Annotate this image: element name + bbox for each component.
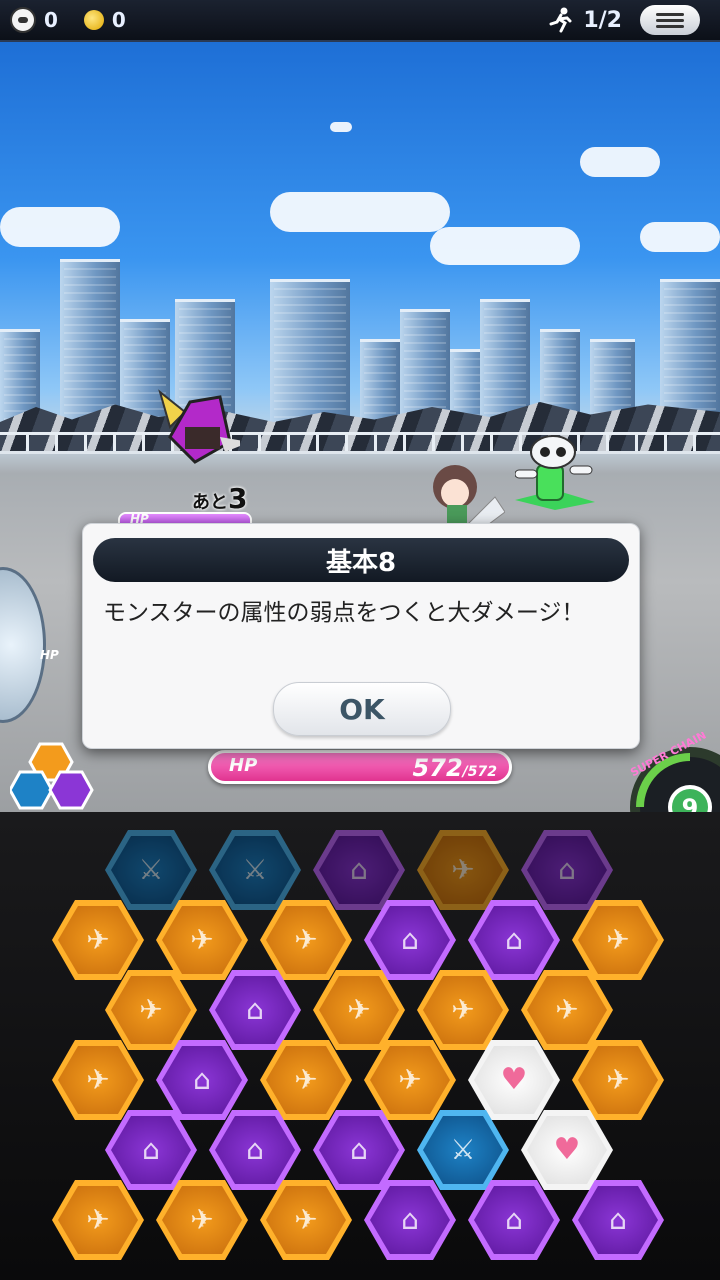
gun-icon: ✈ (86, 923, 110, 956)
orange-tile[interactable]: ✈ (521, 970, 613, 1050)
ok-button[interactable]: OK (273, 682, 451, 736)
orange-tile[interactable]: ✈ (52, 1040, 144, 1120)
orange-tile[interactable]: ✈ (364, 1040, 456, 1120)
orange-tile[interactable]: ✈ (105, 970, 197, 1050)
blue-tile[interactable]: ⚔ (417, 1110, 509, 1190)
purple-tile[interactable]: ⌂ (468, 1180, 560, 1260)
purple-tile[interactable]: ⌂ (364, 1180, 456, 1260)
skull-icon (10, 7, 36, 33)
gun-icon: ✈ (190, 1203, 214, 1236)
claw-icon: ⌂ (505, 923, 523, 956)
purple-tile[interactable]: ⌂ (364, 900, 456, 980)
claw-icon: ⌂ (246, 993, 264, 1026)
enemy-purple-monster[interactable] (150, 382, 240, 472)
purple-tile[interactable]: ⌂ (105, 1110, 197, 1190)
side-orb (0, 567, 46, 723)
sword-icon: ⚔ (450, 1133, 476, 1166)
purple-tile[interactable]: ⌂ (468, 900, 560, 980)
tutorial-dialog: 基本8 モンスターの属性の弱点をつくと大ダメージ！ OK (82, 523, 640, 749)
sword-icon: ⚔ (138, 853, 164, 886)
side-hp-label: HP (40, 648, 59, 662)
dialog-title: 基本8 (93, 538, 629, 582)
claw-icon: ⌂ (558, 853, 576, 886)
heart-icon: ♥ (553, 1132, 581, 1167)
gun-icon: ✈ (294, 1063, 318, 1096)
attribute-chart-icon[interactable] (10, 742, 100, 812)
gun-icon: ✈ (294, 1203, 318, 1236)
purple-tile[interactable]: ⌂ (572, 1180, 664, 1260)
gun-icon: ✈ (190, 923, 214, 956)
gun-icon: ✈ (451, 853, 475, 886)
purple-tile[interactable]: ⌂ (209, 1110, 301, 1190)
claw-icon: ⌂ (401, 923, 419, 956)
orange-tile[interactable]: ✈ (52, 1180, 144, 1260)
orange-tile[interactable]: ✈ (52, 900, 144, 980)
orange-tile[interactable]: ✈ (260, 900, 352, 980)
menu-icon (656, 12, 684, 16)
gun-icon: ✈ (294, 923, 318, 956)
orange-tile[interactable]: ✈ (572, 900, 664, 980)
claw-icon: ⌂ (505, 1203, 523, 1236)
gun-icon: ✈ (86, 1063, 110, 1096)
blue-tile[interactable]: ⚔ (105, 830, 197, 910)
heart-icon: ♥ (500, 1062, 528, 1097)
guard-rail (0, 432, 720, 454)
purple-tile[interactable]: ⌂ (209, 970, 301, 1050)
menu-button[interactable] (640, 5, 700, 35)
dialog-message: モンスターの属性の弱点をつくと大ダメージ！ (103, 600, 585, 626)
orange-tile[interactable]: ✈ (417, 970, 509, 1050)
orange-tile[interactable]: ✈ (156, 900, 248, 980)
coin-counter: 0 (83, 8, 126, 32)
ally-robot-monster[interactable] (515, 430, 595, 510)
runner-icon (549, 7, 572, 33)
turn-counter: 1/2 (583, 7, 622, 33)
orange-tile[interactable]: ✈ (572, 1040, 664, 1120)
gun-icon: ✈ (347, 993, 371, 1026)
gun-icon: ✈ (555, 993, 579, 1026)
gun-icon: ✈ (139, 993, 163, 1026)
orange-tile[interactable]: ✈ (260, 1040, 352, 1120)
gun-icon: ✈ (86, 1203, 110, 1236)
sword-icon: ⚔ (242, 853, 268, 886)
claw-icon: ⌂ (609, 1203, 627, 1236)
top-status-bar: 0 0 1/2 (0, 0, 720, 42)
claw-icon: ⌂ (350, 1133, 368, 1166)
player-hp-bar: HP 572/572 (208, 750, 512, 784)
claw-icon: ⌂ (246, 1133, 264, 1166)
purple-tile[interactable]: ⌂ (313, 1110, 405, 1190)
gun-icon: ✈ (606, 1063, 630, 1096)
gun-icon: ✈ (451, 993, 475, 1026)
claw-icon: ⌂ (401, 1203, 419, 1236)
skull-counter: 0 (10, 7, 58, 33)
blue-tile[interactable]: ⚔ (209, 830, 301, 910)
purple-tile[interactable]: ⌂ (313, 830, 405, 910)
coin-icon (83, 10, 104, 30)
coin-count: 0 (111, 8, 126, 32)
orange-tile[interactable]: ✈ (417, 830, 509, 910)
purple-tile[interactable]: ⌂ (521, 830, 613, 910)
orange-tile[interactable]: ✈ (260, 1180, 352, 1260)
orange-tile[interactable]: ✈ (313, 970, 405, 1050)
super-chain-value: 9 (682, 794, 699, 812)
player-hp-label: HP (229, 755, 258, 776)
orange-tile[interactable]: ✈ (156, 1180, 248, 1260)
heart-tile[interactable]: ♥ (468, 1040, 560, 1120)
gun-icon: ✈ (606, 923, 630, 956)
heart-tile[interactable]: ♥ (521, 1110, 613, 1190)
player-hp-value: 572/572 (412, 754, 497, 782)
gun-icon: ✈ (398, 1063, 422, 1096)
puzzle-board: ⚔ ⚔ ⌂ ✈ ⌂ ✈ ✈ ✈ ⌂ ⌂ ✈ ✈ ⌂ ✈ ✈ ✈ ✈ ⌂ ✈ ✈ ♥ ✈ ⌂ ⌂ ⌂ ⚔ ♥ ✈ ✈ ✈ ⌂ ⌂ ⌂ (0, 812, 720, 1280)
claw-icon: ⌂ (193, 1063, 211, 1096)
purple-tile[interactable]: ⌂ (156, 1040, 248, 1120)
skull-count: 0 (44, 8, 58, 32)
claw-icon: ⌂ (142, 1133, 160, 1166)
enemy-attack-countdown: あと3 (192, 482, 248, 515)
claw-icon: ⌂ (350, 853, 368, 886)
player-character (433, 465, 505, 527)
